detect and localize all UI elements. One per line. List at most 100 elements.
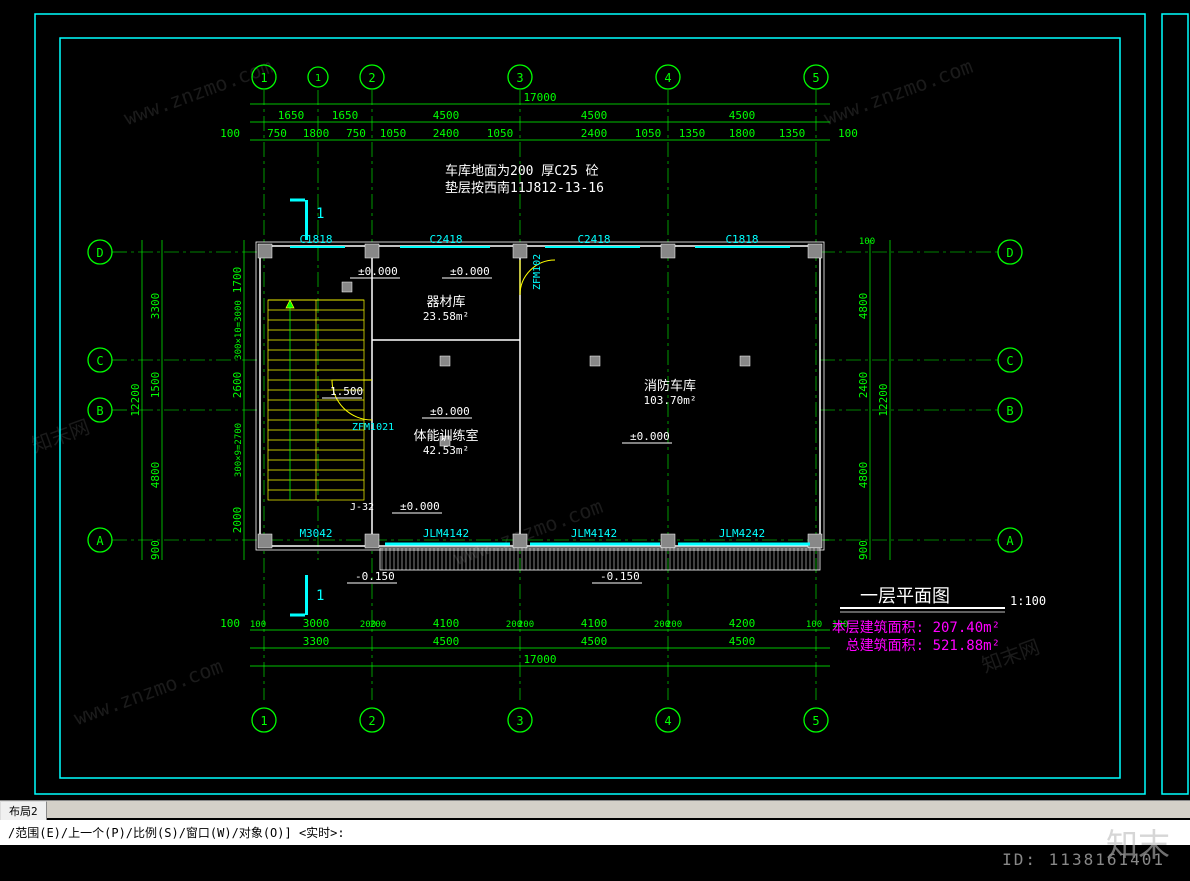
svg-text:1: 1 (315, 73, 321, 84)
svg-text:200: 200 (518, 620, 534, 630)
svg-text:4500: 4500 (729, 635, 756, 648)
svg-text:JLM4242: JLM4242 (719, 527, 765, 540)
svg-text:垫层按西南11J812-13-16: 垫层按西南11J812-13-16 (445, 180, 604, 196)
section-mark: 1 1 (290, 200, 324, 615)
svg-text:100: 100 (220, 617, 240, 630)
svg-text:4800: 4800 (857, 293, 870, 320)
svg-text:C: C (1006, 354, 1013, 368)
svg-text:-0.150: -0.150 (600, 570, 640, 583)
command-line[interactable]: /范围(E)/上一个(P)/比例(S)/窗口(W)/对象(O)] <实时>: (0, 820, 1190, 845)
svg-text:1350: 1350 (679, 127, 706, 140)
svg-text:1650: 1650 (332, 109, 359, 122)
svg-text:M3042: M3042 (299, 527, 332, 540)
svg-text:2: 2 (368, 714, 375, 728)
svg-text:17000: 17000 (523, 91, 556, 104)
svg-text:1050: 1050 (380, 127, 407, 140)
title-block: 一层平面图 1:100 本层建筑面积: 207.40m² 总建筑面积: 521.… (832, 586, 1046, 654)
svg-text:B: B (96, 404, 103, 418)
svg-text:J-32: J-32 (350, 502, 374, 513)
svg-text:体能训练室: 体能训练室 (413, 428, 478, 444)
svg-text:900: 900 (857, 540, 870, 560)
stairs (268, 300, 364, 500)
svg-text:300×10=3000: 300×10=3000 (234, 300, 244, 360)
svg-text:4100: 4100 (433, 617, 460, 630)
svg-text:1: 1 (316, 588, 324, 604)
dims-top: 17000 1650 1650 4500 4500 4500 100 750 1… (220, 91, 858, 140)
svg-text:750: 750 (346, 127, 366, 140)
svg-text:100: 100 (859, 237, 875, 247)
svg-text:12200: 12200 (129, 383, 142, 416)
svg-text:JLM4142: JLM4142 (571, 527, 617, 540)
svg-text:1700: 1700 (231, 267, 244, 294)
svg-text:车库地面为200 厚C25 砼: 车库地面为200 厚C25 砼 (445, 163, 599, 179)
svg-text:12200: 12200 (877, 383, 890, 416)
svg-text:一层平面图: 一层平面图 (860, 586, 950, 607)
svg-text:2000: 2000 (231, 507, 244, 534)
svg-text:100: 100 (838, 127, 858, 140)
svg-text:4800: 4800 (857, 462, 870, 489)
svg-text:A: A (1006, 534, 1014, 548)
svg-text:总建筑面积: 521.88m²: 总建筑面积: 521.88m² (846, 638, 1000, 654)
svg-text:4: 4 (664, 714, 671, 728)
svg-text:1: 1 (260, 71, 267, 85)
layout-tab-active[interactable]: 布局2 (0, 801, 47, 821)
svg-text:JLM4142: JLM4142 (423, 527, 469, 540)
svg-text:4: 4 (664, 71, 671, 85)
svg-text:1: 1 (316, 206, 324, 222)
svg-text:900: 900 (149, 540, 162, 560)
layout-tabs[interactable]: 布局2 (0, 800, 1190, 818)
svg-text:1:100: 1:100 (1010, 594, 1046, 608)
svg-text:103.70m²: 103.70m² (644, 394, 697, 407)
svg-text:100: 100 (806, 620, 822, 630)
windows (290, 247, 810, 544)
svg-text:4100: 4100 (581, 617, 608, 630)
grid-left: D C B A (88, 240, 112, 552)
svg-text:1800: 1800 (303, 127, 330, 140)
drawing-canvas[interactable]: www.znzmo.com www.znzmo.com 知末网 www.znzm… (0, 0, 1190, 800)
svg-text:1.500: 1.500 (330, 385, 363, 398)
svg-text:3000: 3000 (303, 617, 330, 630)
dims-left: 12200 3300 1500 4800 900 1700 300×10=300… (129, 240, 244, 560)
svg-text:C2418: C2418 (577, 233, 610, 246)
svg-text:1650: 1650 (278, 109, 305, 122)
entry-platform (380, 548, 820, 570)
svg-text:2400: 2400 (857, 372, 870, 399)
image-id: ID: 1138161401 (1002, 850, 1165, 869)
svg-text:200: 200 (370, 620, 386, 630)
svg-text:4500: 4500 (433, 109, 460, 122)
svg-text:3: 3 (516, 71, 523, 85)
svg-text:2: 2 (368, 71, 375, 85)
svg-text:4800: 4800 (149, 462, 162, 489)
svg-text:750: 750 (267, 127, 287, 140)
svg-text:17000: 17000 (523, 653, 556, 666)
svg-text:-0.150: -0.150 (355, 570, 395, 583)
svg-text:ZFM102: ZFM102 (532, 254, 543, 290)
svg-text:D: D (1006, 246, 1013, 260)
svg-text:C: C (96, 354, 103, 368)
svg-text:3: 3 (516, 714, 523, 728)
svg-text:1050: 1050 (635, 127, 662, 140)
grid-bottom: 1 2 3 4 5 (252, 708, 828, 732)
svg-text:300×9=2700: 300×9=2700 (234, 423, 244, 477)
grid-top: 1 1 2 3 4 5 (252, 65, 828, 89)
svg-text:2600: 2600 (231, 372, 244, 399)
svg-text:200: 200 (666, 620, 682, 630)
svg-text:D: D (96, 246, 103, 260)
svg-text:1350: 1350 (779, 127, 806, 140)
svg-text:4500: 4500 (581, 635, 608, 648)
grid-right: D C B A (998, 240, 1022, 552)
floor-plan-svg: 1 1 2 3 4 5 1 2 3 4 5 D C B A D C B A (0, 0, 1190, 800)
svg-text:1: 1 (260, 714, 267, 728)
svg-text:±0.000: ±0.000 (630, 430, 670, 443)
svg-text:±0.000: ±0.000 (450, 265, 490, 278)
svg-text:2400: 2400 (433, 127, 460, 140)
svg-text:5: 5 (812, 714, 819, 728)
svg-text:100: 100 (220, 127, 240, 140)
svg-text:23.58m²: 23.58m² (423, 310, 469, 323)
svg-text:器材库: 器材库 (426, 294, 465, 310)
svg-text:4500: 4500 (581, 109, 608, 122)
svg-text:2400: 2400 (581, 127, 608, 140)
svg-text:42.53m²: 42.53m² (423, 444, 469, 457)
svg-text:3300: 3300 (303, 635, 330, 648)
svg-text:100: 100 (250, 620, 266, 630)
